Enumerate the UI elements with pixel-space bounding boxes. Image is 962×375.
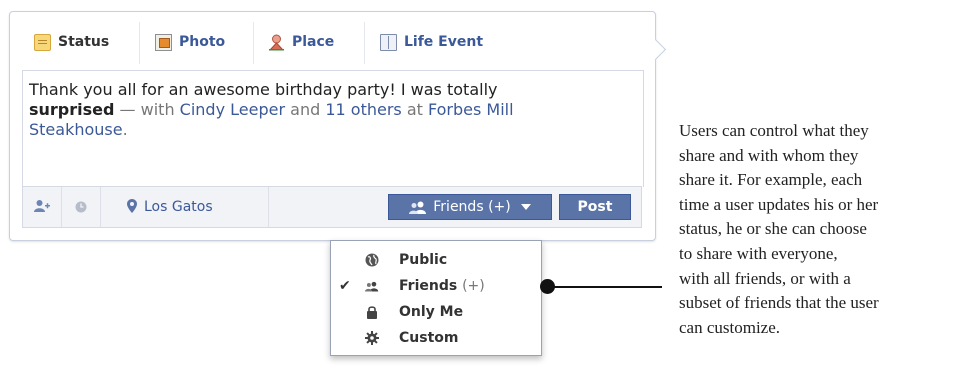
status-bold-word: surprised <box>29 100 115 119</box>
status-textarea[interactable]: Thank you all for an awesome birthday pa… <box>22 70 644 187</box>
tab-status[interactable]: Status <box>34 30 109 54</box>
with-text: — with <box>114 100 180 119</box>
tab-life-event-label: Life Event <box>404 34 484 50</box>
tab-photo[interactable]: Photo <box>155 30 225 54</box>
caption-line: Users can control what they <box>679 121 869 140</box>
tab-place[interactable]: Place <box>268 30 334 54</box>
check-icon: ✔ <box>339 278 351 294</box>
callout-dot <box>540 279 555 294</box>
tab-divider <box>139 22 140 64</box>
globe-icon <box>365 253 379 267</box>
callout-line <box>548 286 662 288</box>
gear-icon <box>365 331 379 345</box>
photo-icon <box>155 33 172 51</box>
tab-status-label: Status <box>58 34 110 50</box>
caption-line: status, he or she can choose <box>679 219 867 239</box>
clock-icon <box>75 198 87 217</box>
menu-item-friends-label: Friends (+) <box>399 278 485 294</box>
menu-item-friends[interactable]: ✔ Friends (+) <box>331 273 541 299</box>
caption-text: Users can control what they share and wi… <box>679 119 962 340</box>
at-text: at <box>401 100 428 119</box>
footer-divider <box>268 187 269 227</box>
time-button[interactable] <box>62 187 100 227</box>
location-button[interactable]: Los Gatos <box>101 187 268 227</box>
menu-item-only-me-label: Only Me <box>399 304 463 320</box>
tab-place-label: Place <box>292 34 335 50</box>
chevron-down-icon <box>520 204 531 210</box>
tab-divider <box>364 22 365 64</box>
status-note-icon <box>34 33 51 51</box>
menu-item-only-me-text: Only Me <box>399 304 464 320</box>
lock-icon <box>365 305 379 319</box>
menu-item-friends-text: Friends <box>399 278 458 294</box>
caption-line: with all friends, or with a <box>679 268 851 288</box>
caption-line: can customize. <box>679 317 781 337</box>
caption-line: share and with whom they <box>679 145 859 165</box>
composer-tabs: Status Photo Place Life Event <box>10 12 655 70</box>
menu-item-public[interactable]: Public <box>331 247 541 273</box>
audience-label: Friends (+) <box>433 199 511 215</box>
status-text: Thank you all for an awesome birthday pa… <box>29 80 641 140</box>
composer-footer: Los Gatos Friends (+) Post <box>22 186 642 228</box>
friends-icon <box>409 201 427 214</box>
status-composer: Status Photo Place Life Event Thank you … <box>9 11 667 241</box>
caption-line: subset of friends that the user <box>679 293 879 313</box>
place-link-part2[interactable]: Steakhouse <box>29 120 123 139</box>
and-text: and <box>285 100 326 119</box>
friends-icon <box>365 279 379 293</box>
menu-item-custom-text: Custom <box>399 330 459 346</box>
audience-selector-button[interactable]: Friends (+) <box>388 194 552 220</box>
tab-life-event[interactable]: Life Event <box>380 30 483 54</box>
life-event-book-icon <box>380 33 397 51</box>
post-button[interactable]: Post <box>559 194 631 220</box>
caption-line: share it. For example, each <box>679 170 863 190</box>
others-link[interactable]: 11 others <box>325 100 401 119</box>
menu-item-public-text: Public <box>399 252 448 268</box>
caption-line: time a user updates his or her <box>679 194 879 214</box>
add-person-icon <box>34 198 50 217</box>
menu-item-public-label: Public <box>399 252 447 268</box>
audience-menu: Public ✔ Friends (+) Only Me Custom <box>330 240 542 356</box>
menu-item-only-me[interactable]: Only Me <box>331 299 541 325</box>
status-period: . <box>122 120 128 139</box>
menu-item-custom[interactable]: Custom <box>331 325 541 351</box>
place-person-icon <box>268 34 285 51</box>
status-line-1: Thank you all for an awesome birthday pa… <box>29 80 498 99</box>
menu-item-friends-suffix: (+) <box>462 278 485 294</box>
menu-item-custom-label: Custom <box>399 330 458 346</box>
place-link-part1[interactable]: Forbes Mill <box>428 100 514 119</box>
tab-divider <box>253 22 254 64</box>
map-pin-icon <box>127 198 137 217</box>
friend-link[interactable]: Cindy Leeper <box>180 100 285 119</box>
tab-photo-label: Photo <box>179 34 226 50</box>
location-label: Los Gatos <box>144 199 213 215</box>
caption-line: to share with everyone, <box>679 243 838 263</box>
tag-people-button[interactable] <box>23 187 61 227</box>
